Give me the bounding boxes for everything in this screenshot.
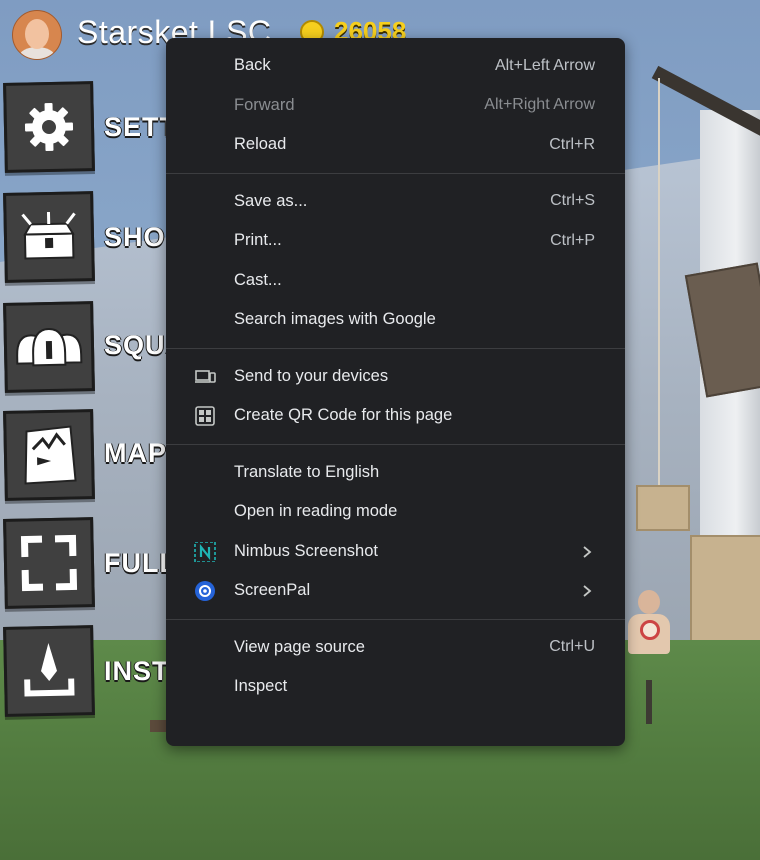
stacked-boxes [690,535,760,649]
menu-item-label: Search images with Google [234,310,436,329]
chevron-right-icon [583,545,592,558]
hanging-box [636,485,690,531]
menu-item-shortcut: Ctrl+S [550,192,595,210]
crane-rope [658,78,660,488]
menu-item-translate[interactable]: Translate to English [166,453,625,493]
nimbus-extension-icon [194,541,216,562]
menu-item-label: Print... [234,231,282,250]
map-button[interactable] [3,409,95,501]
menu-item-send-to-devices[interactable]: Send to your devices [166,357,625,397]
menu-item-save-as[interactable]: Save as... Ctrl+S [166,182,625,222]
menu-item-label: View page source [234,637,365,656]
squad-helmets-icon [6,304,92,390]
menu-item-shortcut: Ctrl+U [549,638,595,656]
shop-label[interactable]: SHOI [104,222,174,253]
menu-section-share: Send to your devices Create QR Code for … [166,349,625,444]
menu-item-inspect[interactable]: Inspect [166,667,625,707]
menu-item-label: Forward [234,95,295,114]
menu-item-label: Reload [234,135,287,154]
install-download-icon [6,628,92,714]
menu-item-label: Cast... [234,270,282,289]
menu-item-shortcut: Alt+Left Arrow [494,56,595,74]
menu-item-cast[interactable]: Cast... [166,261,625,301]
menu-item-label: Send to your devices [234,366,389,385]
install-button[interactable] [3,625,95,717]
menu-item-label: Save as... [234,191,308,210]
menu-item-label: Back [234,56,271,75]
shop-button[interactable] [3,191,95,283]
squad-button[interactable] [3,301,95,393]
menu-item-label: Translate to English [234,462,380,481]
screenpal-extension-icon [195,581,215,601]
map-label[interactable]: MAP [104,438,167,469]
menu-item-view-source[interactable]: View page source Ctrl+U [166,628,625,668]
menu-item-label: Open in reading mode [234,502,398,521]
settings-button[interactable] [3,81,95,173]
menu-item-create-qr-code[interactable]: Create QR Code for this page [166,396,625,436]
menu-item-reading-mode[interactable]: Open in reading mode [166,492,625,532]
player-avatar[interactable] [12,10,62,60]
menu-section-tools: Translate to English Open in reading mod… [166,445,625,619]
fullscreen-button[interactable] [3,517,95,609]
menu-item-shortcut: Ctrl+P [550,231,595,249]
install-label[interactable]: INST [104,656,170,687]
menu-item-shortcut: Ctrl+R [549,135,595,153]
menu-item-nimbus-screenshot[interactable]: Nimbus Screenshot [166,532,625,572]
menu-item-search-images[interactable]: Search images with Google [166,300,625,340]
map-flag-icon [6,412,92,498]
menu-section-developer: View page source Ctrl+U Inspect [166,620,625,715]
menu-item-reload[interactable]: Reload Ctrl+R [166,125,625,165]
browser-context-menu: Back Alt+Left Arrow Forward Alt+Right Ar… [166,38,625,746]
menu-item-label: Create QR Code for this page [234,406,453,425]
training-dummy [626,590,672,690]
fullscreen-icon [6,520,92,606]
menu-item-label: ScreenPal [234,581,311,600]
menu-item-label: Nimbus Screenshot [234,541,378,560]
menu-item-back[interactable]: Back Alt+Left Arrow [166,46,625,86]
qr-code-icon [195,406,215,426]
menu-section-page: Save as... Ctrl+S Print... Ctrl+P Cast..… [166,174,625,348]
menu-section-navigation: Back Alt+Left Arrow Forward Alt+Right Ar… [166,38,625,173]
devices-icon [195,369,216,383]
menu-item-shortcut: Alt+Right Arrow [484,96,595,114]
menu-item-forward[interactable]: Forward Alt+Right Arrow [166,86,625,126]
treasure-chest-icon [6,194,92,280]
menu-item-print[interactable]: Print... Ctrl+P [166,221,625,261]
menu-item-label: Inspect [234,677,288,696]
menu-item-screenpal[interactable]: ScreenPal [166,571,625,611]
chevron-right-icon [583,585,592,597]
gear-icon [6,84,92,170]
